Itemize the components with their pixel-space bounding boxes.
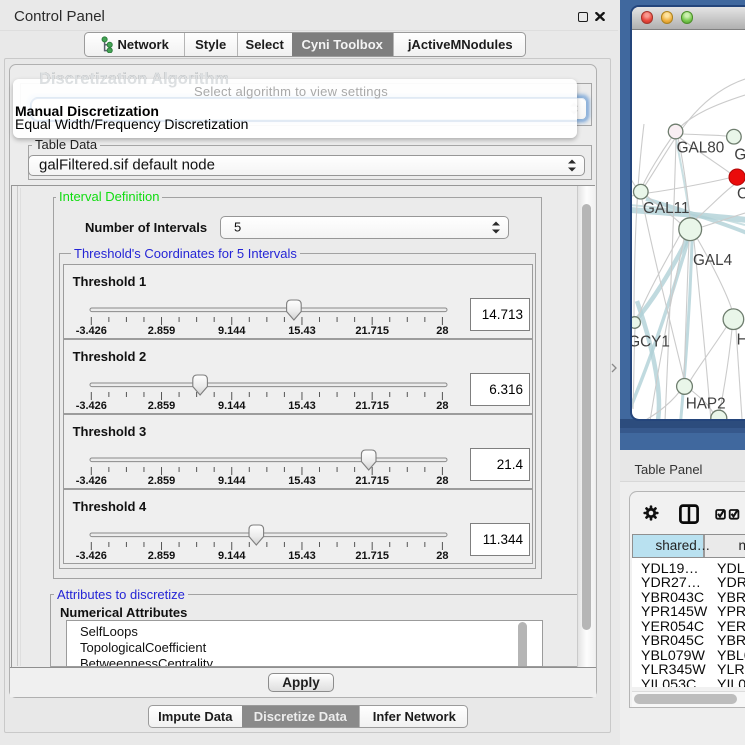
svg-text:-3.426: -3.426	[76, 475, 107, 487]
svg-text:2.859: 2.859	[148, 325, 176, 337]
svg-text:GA: GA	[734, 146, 745, 163]
svg-text:15.43: 15.43	[288, 325, 316, 337]
svg-text:15.43: 15.43	[288, 550, 316, 562]
svg-text:9.144: 9.144	[218, 475, 246, 487]
svg-text:-3.426: -3.426	[76, 550, 107, 562]
svg-text:28: 28	[436, 400, 448, 412]
svg-text:Threshold 4: Threshold 4	[73, 499, 147, 514]
svg-text:28: 28	[436, 325, 448, 337]
svg-text:28: 28	[436, 550, 448, 562]
svg-text:15.43: 15.43	[288, 475, 316, 487]
svg-text:28: 28	[436, 475, 448, 487]
svg-text:Threshold 2: Threshold 2	[73, 349, 147, 364]
svg-text:21.715: 21.715	[355, 325, 389, 337]
svg-text:-3.426: -3.426	[76, 400, 107, 412]
svg-text:HAP2: HAP2	[686, 395, 726, 412]
svg-text:15.43: 15.43	[288, 400, 316, 412]
svg-text:2.859: 2.859	[148, 550, 176, 562]
svg-text:Threshold 1: Threshold 1	[73, 274, 147, 289]
svg-text:GAL80: GAL80	[677, 139, 725, 156]
svg-text:21.715: 21.715	[355, 400, 389, 412]
svg-text:GAL11: GAL11	[643, 200, 690, 217]
svg-text:GAL4: GAL4	[693, 252, 733, 269]
svg-text:H: H	[737, 331, 745, 348]
svg-text:GCY1: GCY1	[632, 333, 670, 350]
svg-text:9.144: 9.144	[218, 550, 246, 562]
svg-text:-3.426: -3.426	[76, 325, 107, 337]
svg-text:9.144: 9.144	[218, 325, 246, 337]
svg-text:Threshold 3: Threshold 3	[73, 424, 147, 439]
svg-text:C: C	[737, 185, 745, 202]
svg-text:2.859: 2.859	[148, 475, 176, 487]
svg-text:21.715: 21.715	[355, 475, 389, 487]
svg-text:9.144: 9.144	[218, 400, 246, 412]
svg-text:2.859: 2.859	[148, 400, 176, 412]
svg-text:21.715: 21.715	[355, 550, 389, 562]
